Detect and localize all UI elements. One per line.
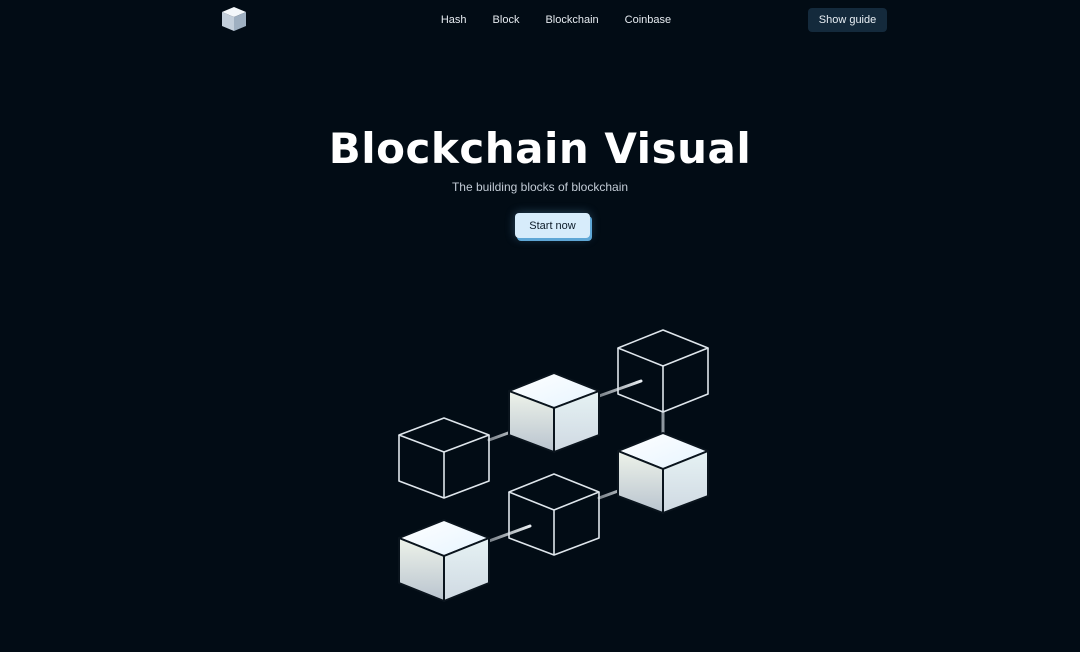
cube-outline-left (398, 417, 490, 499)
cube-filled-middle-top (508, 372, 600, 453)
blockchain-illustration (398, 329, 709, 602)
nav-item-coinbase[interactable]: Coinbase (625, 12, 671, 28)
cube-filled-right-middle (617, 432, 709, 514)
nav-item-block[interactable]: Block (493, 12, 520, 28)
page-title: Blockchain Visual (328, 124, 752, 173)
show-guide-button[interactable]: Show guide (808, 8, 887, 32)
cube-outline-middle-bottom (508, 473, 600, 556)
cube-outline-right-top (617, 329, 709, 413)
top-nav: Hash Block Blockchain Coinbase (0, 12, 1080, 28)
cube-filled-left-bottom (398, 519, 490, 602)
nav-item-hash[interactable]: Hash (441, 12, 467, 28)
start-now-button[interactable]: Start now (515, 213, 590, 238)
page: Hash Block Blockchain Coinbase Show guid… (0, 0, 1080, 652)
page-subtitle: The building blocks of blockchain (451, 180, 629, 194)
nav-item-blockchain[interactable]: Blockchain (545, 12, 598, 28)
nav-links: Hash Block Blockchain Coinbase (441, 12, 671, 28)
chain-link (597, 379, 643, 398)
